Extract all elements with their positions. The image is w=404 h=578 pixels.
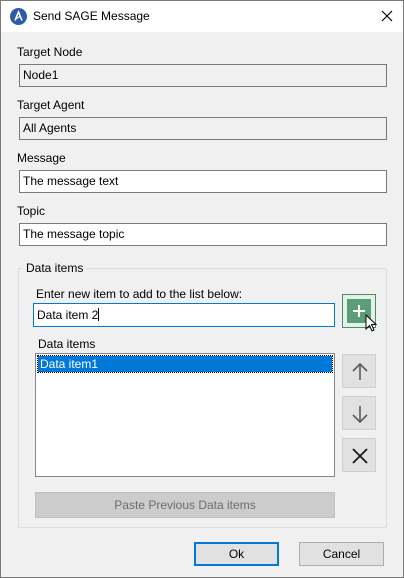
message-field[interactable]: The message text: [19, 170, 387, 193]
list-item[interactable]: Data item1: [38, 356, 332, 372]
data-items-list-label: Data items: [38, 337, 96, 351]
title-bar[interactable]: Send SAGE Message: [1, 1, 403, 32]
data-items-group-legend: Data items: [23, 261, 87, 275]
move-down-button[interactable]: [342, 396, 376, 430]
text-caret: [98, 308, 100, 321]
message-label: Message: [17, 151, 66, 165]
mouse-pointer-icon: [365, 314, 377, 332]
target-node-label: Target Node: [17, 45, 83, 59]
ok-button[interactable]: Ok: [194, 542, 279, 566]
remove-item-button[interactable]: [342, 438, 376, 472]
close-icon: [352, 448, 368, 464]
window-title: Send SAGE Message: [33, 9, 150, 23]
close-window-button[interactable]: [372, 5, 402, 28]
target-agent-label: Target Agent: [17, 98, 85, 112]
topic-label: Topic: [17, 204, 46, 218]
target-node-field: Node1: [19, 64, 387, 87]
arrow-down-icon: [352, 406, 368, 424]
arrow-up-icon: [352, 362, 368, 380]
sage-logo-icon: [10, 8, 27, 25]
move-up-button[interactable]: [342, 354, 376, 388]
close-icon: [381, 10, 393, 22]
cancel-button[interactable]: Cancel: [299, 542, 384, 566]
paste-previous-data-items-button[interactable]: Paste Previous Data items: [35, 492, 335, 518]
new-item-label: Enter new item to add to the list below:: [36, 287, 243, 301]
new-item-input-text: Data item 2: [37, 308, 99, 322]
data-items-list[interactable]: Data item1: [35, 353, 335, 477]
target-agent-field: All Agents: [19, 117, 387, 140]
topic-field[interactable]: The message topic: [19, 223, 387, 246]
send-sage-message-dialog: Send SAGE Message Target Node Node1 Targ…: [0, 0, 404, 578]
new-item-input[interactable]: Data item 2: [33, 303, 335, 327]
